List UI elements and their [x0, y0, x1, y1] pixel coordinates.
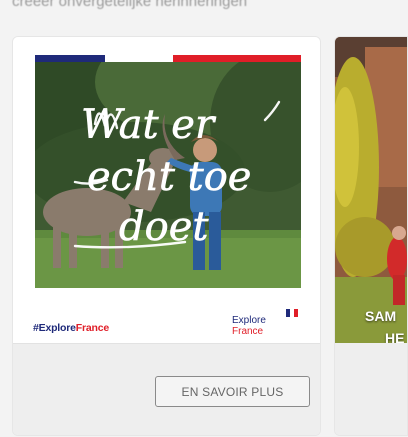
card-media: Wat er echt toe doet #ExploreFrance Expl…: [13, 37, 320, 343]
next-caption-line-1: SAM: [365, 308, 397, 324]
card-footer: EN SAVOIR PLUS: [13, 343, 320, 435]
hashtag-part-2: France: [75, 322, 109, 334]
card-carousel: Wat er echt toe doet #ExploreFrance Expl…: [0, 0, 408, 437]
promo-photo-next[interactable]: [335, 37, 407, 343]
promo-card-next[interactable]: SAM HE: [334, 36, 408, 436]
hashtag-part-1: #Explore: [33, 322, 76, 334]
french-flag-icon: [286, 309, 298, 317]
promo-card[interactable]: Wat er echt toe doet #ExploreFrance Expl…: [12, 36, 321, 436]
logo-line-1: Explore: [232, 315, 266, 326]
hashtag-label[interactable]: #ExploreFrance: [33, 322, 109, 334]
explore-france-logo[interactable]: Explore France: [232, 309, 306, 339]
photo-caption-line-3: doet: [119, 204, 209, 250]
en-savoir-plus-button[interactable]: EN SAVOIR PLUS: [155, 376, 310, 407]
logo-line-2: France: [232, 326, 264, 337]
photo-caption-line-1: Wat er: [81, 102, 217, 148]
promo-photo[interactable]: Wat er echt toe doet: [35, 62, 301, 288]
photo-caption-line-2: echt toe: [87, 154, 251, 200]
card-footer-next: [335, 343, 407, 435]
